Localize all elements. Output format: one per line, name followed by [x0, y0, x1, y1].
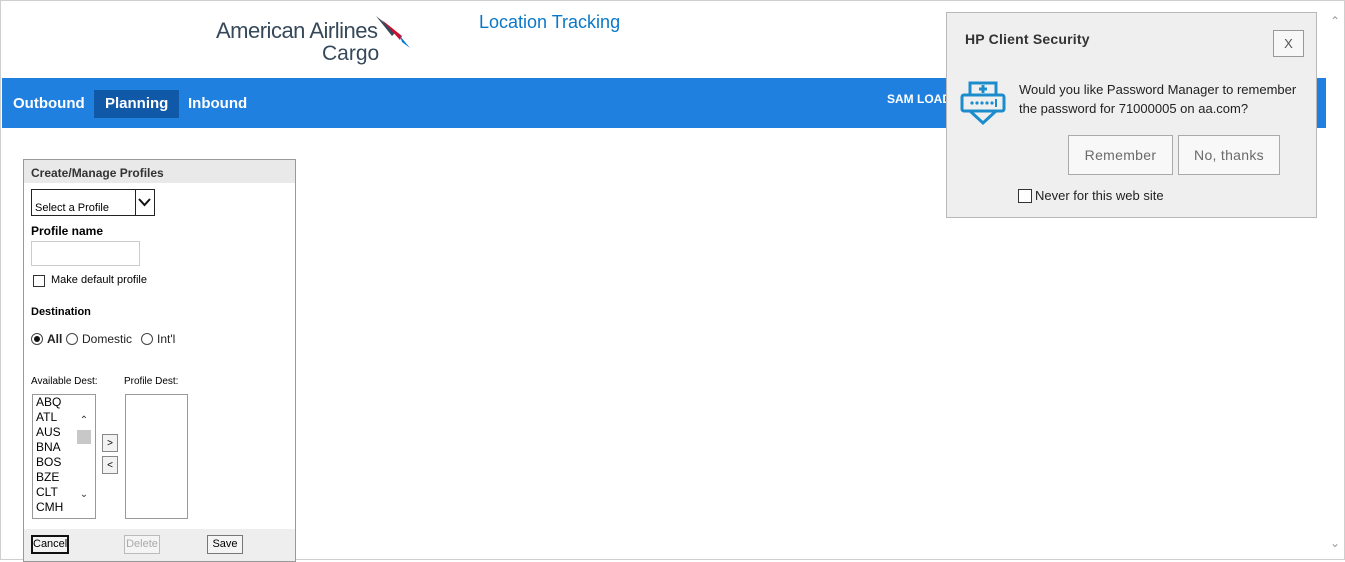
page-scrollbar[interactable]: ⌃ ⌄ — [1326, 2, 1344, 558]
logo-text-cargo: Cargo — [322, 42, 380, 65]
chevron-up-icon[interactable]: ⌃ — [78, 416, 90, 426]
profile-select-value: Select a Profile — [35, 202, 109, 214]
remember-button[interactable]: Remember — [1068, 135, 1173, 175]
list-item[interactable]: ABQ — [33, 395, 95, 410]
panel-footer: Cancel Delete Save — [24, 529, 295, 561]
scrollbar-thumb[interactable] — [77, 430, 91, 444]
password-manager-icon — [960, 81, 1006, 126]
destination-radio-all-label: All — [47, 332, 63, 346]
destination-radio-intl-label: Int'l — [157, 332, 176, 346]
destination-label: Destination — [31, 306, 91, 318]
logo-text-american-airlines: American Airlines — [216, 18, 378, 43]
remove-dest-button[interactable]: < — [102, 456, 118, 474]
scroll-down-icon[interactable]: ⌄ — [1328, 536, 1342, 550]
panel-title: Create/Manage Profiles — [31, 166, 164, 180]
nav-tab-inbound[interactable]: Inbound — [177, 90, 258, 118]
save-button[interactable]: Save — [207, 535, 243, 554]
destination-radio-domestic[interactable] — [66, 333, 78, 345]
delete-button[interactable]: Delete — [124, 535, 160, 554]
profile-dest-label: Profile Dest: — [124, 376, 179, 387]
profile-select[interactable]: Select a Profile — [31, 189, 155, 216]
popup-message: Would you like Password Manager to remem… — [1019, 82, 1297, 116]
add-dest-button[interactable]: > — [102, 434, 118, 452]
panel-header: Create/Manage Profiles — [24, 160, 295, 183]
flight-symbol-icon — [376, 16, 410, 48]
popup-title: HP Client Security — [965, 31, 1090, 47]
password-manager-popup: HP Client Security X Would you like Pass… — [946, 12, 1317, 218]
close-button[interactable]: X — [1273, 30, 1304, 57]
user-name-label[interactable]: SAM LOAD — [887, 92, 951, 106]
american-airlines-cargo-logo[interactable]: American Airlines Cargo — [214, 14, 414, 66]
default-profile-label: Make default profile — [51, 274, 147, 286]
profiles-panel: Create/Manage Profiles Select a Profile … — [23, 159, 296, 562]
cancel-button[interactable]: Cancel — [31, 535, 69, 554]
nav-tab-planning[interactable]: Planning — [94, 90, 180, 118]
never-for-site-checkbox[interactable] — [1018, 189, 1032, 203]
no-thanks-button[interactable]: No, thanks — [1178, 135, 1280, 175]
destination-radio-domestic-label: Domestic — [82, 332, 133, 346]
chevron-down-icon[interactable] — [135, 190, 154, 215]
destination-radio-intl[interactable] — [141, 333, 153, 345]
profile-name-label: Profile name — [31, 224, 104, 238]
chevron-down-icon[interactable]: ⌄ — [78, 490, 90, 500]
available-dest-scrollbar[interactable]: ⌃ ⌄ — [76, 410, 92, 518]
profile-dest-list[interactable] — [125, 394, 188, 519]
page-title: Location Tracking — [479, 12, 621, 32]
available-dest-label: Available Dest: — [31, 376, 98, 387]
never-for-site-label: Never for this web site — [1035, 188, 1164, 203]
nav-tab-outbound[interactable]: Outbound — [2, 90, 96, 118]
default-profile-checkbox[interactable] — [33, 275, 45, 287]
scroll-up-icon[interactable]: ⌃ — [1328, 14, 1342, 28]
destination-radio-all[interactable] — [31, 333, 43, 345]
profile-name-input[interactable] — [31, 241, 140, 266]
